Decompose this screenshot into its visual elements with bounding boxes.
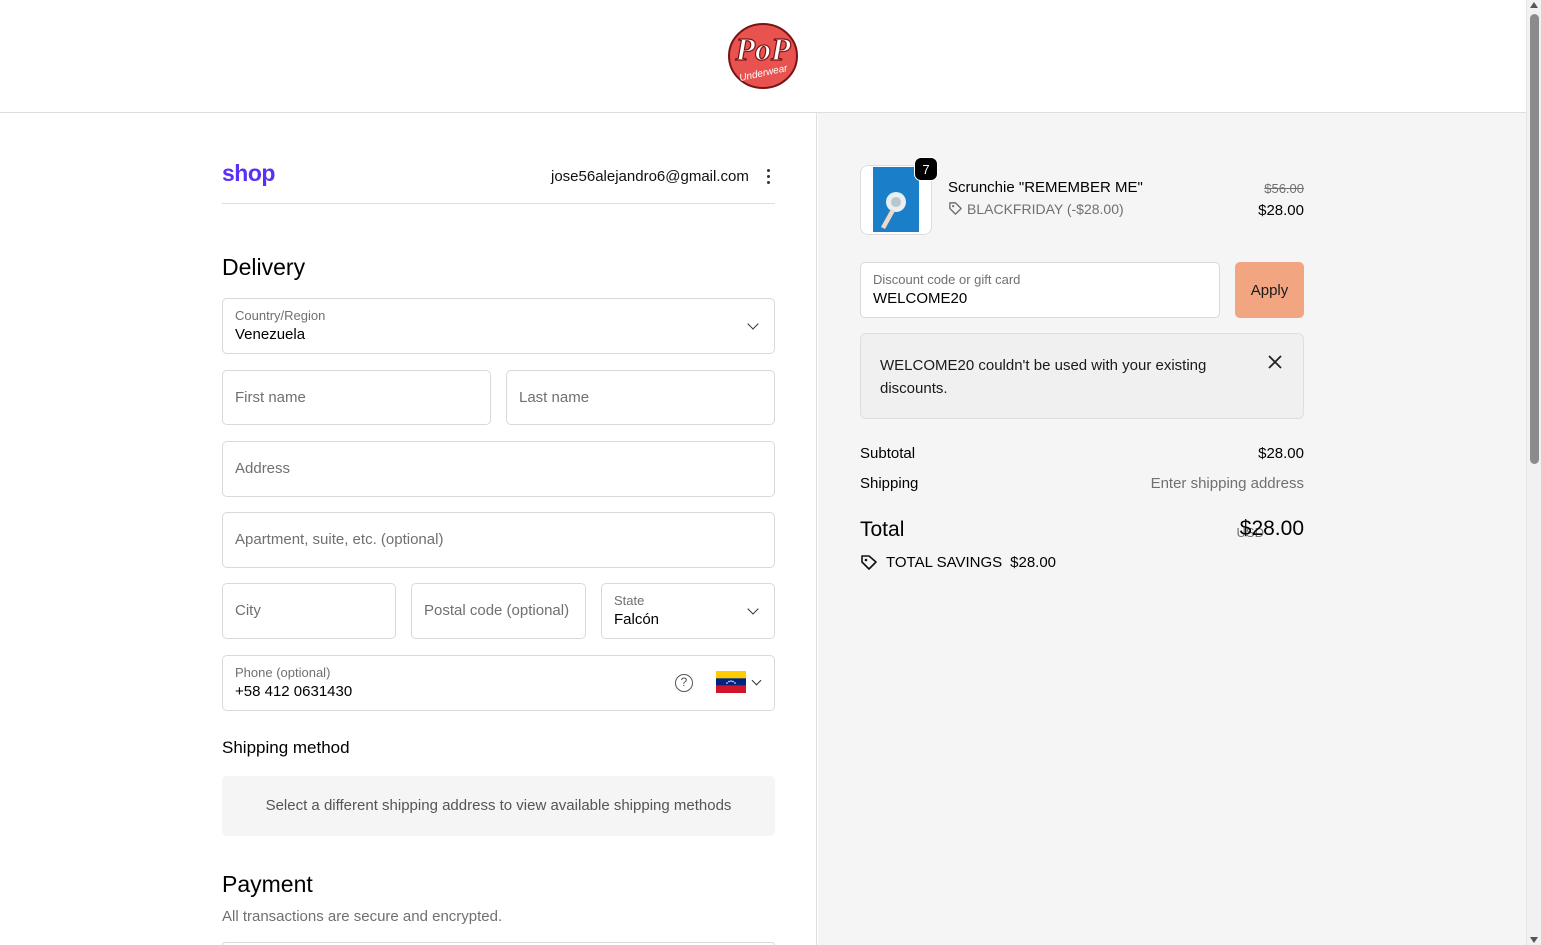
- total-savings-label: TOTAL SAVINGS: [886, 554, 1003, 571]
- original-price: $56.00: [1264, 181, 1304, 196]
- delivery-heading: Delivery: [222, 254, 306, 280]
- venezuela-flag-icon[interactable]: [716, 671, 746, 693]
- scroll-up-icon[interactable]: [1530, 2, 1538, 8]
- scrollbar[interactable]: [1526, 0, 1541, 945]
- shipping-method-notice: Select a different shipping address to v…: [222, 776, 775, 836]
- account-email: jose56alejandro6@gmail.com: [551, 168, 749, 185]
- shipping-value: Enter shipping address: [1150, 475, 1304, 492]
- postal-code-placeholder: Postal code (optional): [424, 602, 570, 619]
- last-name-placeholder: Last name: [519, 389, 590, 406]
- total-savings: TOTAL SAVINGS $28.00: [860, 553, 1056, 571]
- tag-icon: [861, 555, 877, 570]
- first-name-placeholder: First name: [235, 389, 306, 406]
- state-value: Falcón: [614, 611, 660, 628]
- discount-error-banner: WELCOME20 couldn't be used with your exi…: [860, 333, 1304, 419]
- product-discount-label: BLACKFRIDAY (-$28.00): [967, 201, 1124, 217]
- chevron-down-icon[interactable]: [751, 675, 762, 686]
- phone-input[interactable]: Phone (optional) +58 412 0631430 ?: [222, 655, 775, 711]
- address-input[interactable]: Address: [222, 441, 775, 497]
- tag-icon: [949, 202, 962, 215]
- subtotal-value: $28.00: [1258, 445, 1304, 462]
- product-thumbnail: [873, 167, 919, 232]
- chevron-down-icon: [747, 318, 759, 330]
- scroll-down-icon[interactable]: [1530, 937, 1538, 943]
- shipping-label: Shipping: [860, 475, 919, 492]
- help-icon[interactable]: ?: [675, 674, 693, 692]
- subtotal-label: Subtotal: [860, 445, 916, 462]
- chevron-down-icon: [747, 603, 759, 615]
- discount-label: Discount code or gift card: [873, 272, 1021, 287]
- item-price: $28.00: [1258, 202, 1304, 219]
- first-name-input[interactable]: First name: [222, 370, 491, 425]
- apartment-placeholder: Apartment, suite, etc. (optional): [235, 531, 444, 548]
- order-summary-panel: [818, 113, 1526, 945]
- payment-security-note: All transactions are secure and encrypte…: [222, 908, 503, 925]
- total-label: Total: [860, 518, 905, 541]
- discount-value: WELCOME20: [873, 290, 968, 307]
- total-savings-value: $28.00: [1010, 554, 1057, 571]
- scrollbar-thumb[interactable]: [1530, 14, 1539, 464]
- state-label: State: [614, 593, 645, 608]
- svg-text:PoP: PoP: [734, 31, 791, 67]
- more-options-icon[interactable]: [762, 168, 774, 186]
- postal-code-input[interactable]: Postal code (optional): [411, 583, 586, 639]
- apply-button[interactable]: Apply: [1235, 262, 1304, 318]
- phone-label: Phone (optional): [235, 665, 331, 680]
- divider: [222, 203, 775, 204]
- apartment-input[interactable]: Apartment, suite, etc. (optional): [222, 512, 775, 568]
- close-icon[interactable]: [1267, 354, 1283, 370]
- city-input[interactable]: City: [222, 583, 396, 639]
- address-placeholder: Address: [235, 460, 291, 477]
- total-value: $28.00: [1239, 517, 1304, 540]
- shipping-method-heading: Shipping method: [222, 738, 350, 757]
- discount-error-message: WELCOME20 couldn't be used with your exi…: [880, 357, 1207, 397]
- city-placeholder: City: [235, 602, 261, 619]
- state-select[interactable]: State Falcón: [601, 583, 775, 639]
- last-name-input[interactable]: Last name: [506, 370, 775, 425]
- country-value: Venezuela: [235, 326, 306, 343]
- country-label: Country/Region: [235, 308, 326, 323]
- shop-logo[interactable]: shop: [222, 160, 275, 187]
- quantity-badge: 7: [914, 157, 938, 181]
- product-discount: BLACKFRIDAY (-$28.00): [948, 201, 1124, 217]
- country-select[interactable]: Country/Region Venezuela: [222, 298, 775, 354]
- product-name: Scrunchie "REMEMBER ME": [948, 179, 1143, 196]
- discount-code-input[interactable]: Discount code or gift card WELCOME20: [860, 262, 1220, 318]
- store-logo[interactable]: PoP Underwear: [726, 20, 800, 92]
- payment-heading: Payment: [222, 871, 313, 897]
- top-header: PoP Underwear: [0, 0, 1526, 113]
- phone-value: +58 412 0631430: [235, 683, 353, 700]
